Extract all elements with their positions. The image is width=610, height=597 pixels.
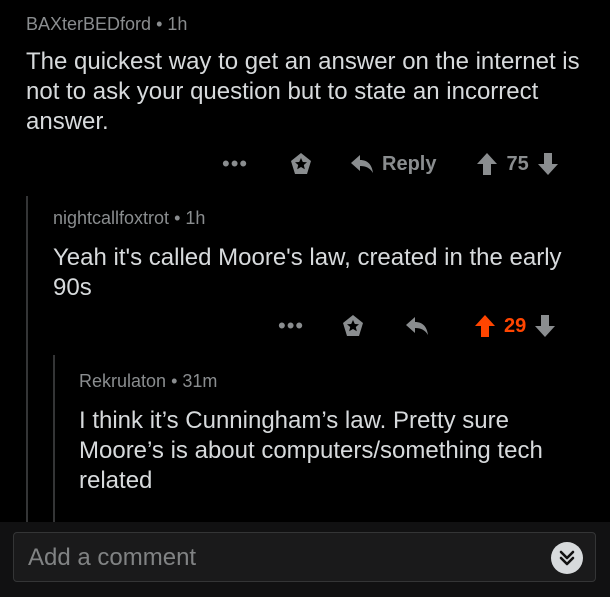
vote-score: 75 xyxy=(506,152,529,175)
comment-time: 31m xyxy=(182,371,218,391)
comment-body: I think it’s Cunningham’s law. Pretty su… xyxy=(79,407,543,494)
meta-separator: • xyxy=(171,371,178,391)
comment-meta: BAXterBEDford • 1h xyxy=(26,14,596,35)
comment-time: 1h xyxy=(185,208,206,228)
comment-composer xyxy=(13,532,596,582)
thread-line-level2 xyxy=(53,355,55,522)
downvote-arrow-icon[interactable] xyxy=(534,314,556,338)
add-comment-input[interactable] xyxy=(26,541,530,575)
comment-baxterbedford: BAXterBEDford • 1h The quickest way to g… xyxy=(26,14,596,137)
comment-time: 1h xyxy=(167,14,188,34)
double-chevron-down-icon xyxy=(559,550,575,566)
reply-label: Reply xyxy=(382,152,437,175)
comment-author[interactable]: BAXterBEDford xyxy=(26,14,151,34)
upvote-arrow-icon[interactable] xyxy=(476,152,498,176)
more-options-icon[interactable]: ••• xyxy=(222,153,248,175)
upvote-arrow-icon[interactable] xyxy=(474,314,496,338)
reply-button[interactable]: Reply xyxy=(349,153,436,176)
thread-line-level1 xyxy=(26,196,28,522)
comment-meta: nightcallfoxtrot • 1h xyxy=(53,208,593,229)
award-icon[interactable] xyxy=(340,313,366,339)
comment-author[interactable]: nightcallfoxtrot xyxy=(53,208,169,228)
meta-separator: • xyxy=(174,208,181,228)
comment-meta: Rekrulaton • 31m xyxy=(79,371,594,392)
meta-separator: • xyxy=(156,14,163,34)
comment-body: Yeah it's called Moore's law, created in… xyxy=(53,244,562,301)
comment-author[interactable]: Rekrulaton xyxy=(79,371,166,391)
comment-actions: ••• 29 xyxy=(278,312,556,340)
reply-arrow-icon xyxy=(351,155,373,173)
comment-actions: ••• Reply 75 xyxy=(222,150,559,178)
vote-score: 29 xyxy=(504,314,527,337)
reply-arrow-icon[interactable] xyxy=(404,315,430,337)
award-icon[interactable] xyxy=(288,151,314,177)
more-options-icon[interactable]: ••• xyxy=(278,315,304,337)
comment-nightcallfoxtrot: nightcallfoxtrot • 1h Yeah it's called M… xyxy=(53,208,593,303)
downvote-arrow-icon[interactable] xyxy=(537,152,559,176)
comment-rekrulaton: Rekrulaton • 31m I think it’s Cunningham… xyxy=(79,371,594,496)
expand-button[interactable] xyxy=(551,542,583,574)
comment-body: The quickest way to get an answer on the… xyxy=(26,48,580,135)
